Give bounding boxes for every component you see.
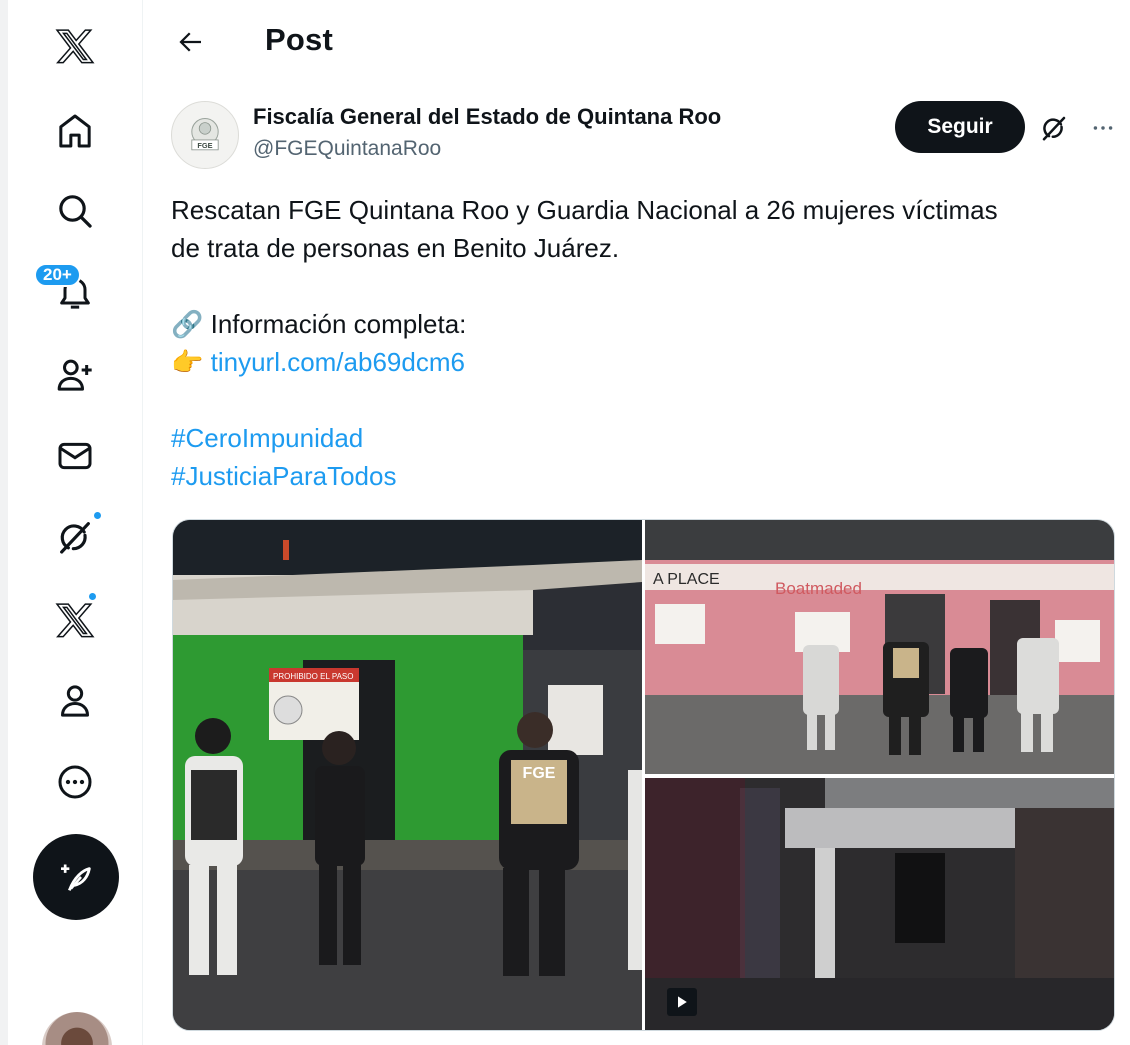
- play-icon: [678, 996, 687, 1008]
- grok-icon: [1042, 116, 1066, 141]
- arrow-left-icon: [179, 32, 201, 52]
- tweet-text-line-1: Rescatan FGE Quintana Roo y Guardia Naci…: [171, 195, 998, 225]
- play-button[interactable]: [667, 988, 697, 1016]
- vest-label: FGE: [523, 765, 556, 782]
- page-title: Post: [265, 22, 333, 57]
- avatar-label: FGE: [197, 141, 212, 150]
- grok-icon[interactable]: [30, 507, 120, 567]
- home-icon[interactable]: [30, 101, 120, 161]
- author-name[interactable]: Fiscalía General del Estado de Quintana …: [253, 104, 721, 130]
- person-add-icon[interactable]: [30, 345, 120, 405]
- compose-post-button[interactable]: [33, 834, 119, 920]
- premium-x-icon[interactable]: [30, 590, 120, 650]
- media-grid: PROHIBIDO EL PASO FGE A PLACE Boatmaded: [172, 519, 1115, 1031]
- hashtag-justiciaparatodos[interactable]: #JusticiaParaTodos: [171, 457, 1116, 495]
- page-header: Post: [143, 0, 1130, 82]
- pointing-hand-emoji: 👉: [171, 347, 204, 377]
- premium-dot: [87, 591, 98, 602]
- follow-button[interactable]: Seguir: [895, 101, 1025, 153]
- info-label: Información completa:: [210, 309, 467, 339]
- more-options-button[interactable]: [1083, 110, 1123, 146]
- tweet-text-line-2: de trata de personas en Benito Juárez.: [171, 233, 620, 263]
- notifications-badge: 20+: [34, 263, 81, 287]
- photo-1[interactable]: PROHIBIDO EL PASO FGE: [173, 520, 642, 1030]
- store-sign-2: Boatmaded: [775, 579, 862, 598]
- mail-icon[interactable]: [30, 426, 120, 486]
- link-emoji: 🔗: [171, 309, 204, 339]
- grok-explain-button[interactable]: [1036, 110, 1072, 146]
- info-line: 🔗 Información completa:: [171, 305, 1116, 343]
- person-icon[interactable]: [30, 671, 120, 731]
- hashtag-ceroimpunidad[interactable]: #CeroImpunidad: [171, 419, 1116, 457]
- photo-2[interactable]: A PLACE Boatmaded: [645, 520, 1114, 774]
- tweet-text: Rescatan FGE Quintana Roo y Guardia Naci…: [171, 191, 1116, 495]
- video-thumbnail[interactable]: [645, 778, 1114, 1030]
- more-circle-icon[interactable]: [30, 752, 120, 812]
- back-button[interactable]: [171, 22, 211, 62]
- window-edge: [0, 0, 8, 1045]
- feather-plus-icon: [61, 864, 91, 891]
- sidebar: 20+: [8, 0, 143, 1045]
- grok-dot: [92, 510, 103, 521]
- author-handle[interactable]: @FGEQuintanaRoo: [253, 137, 441, 161]
- account-avatar[interactable]: [42, 1012, 112, 1045]
- tweet-link[interactable]: tinyurl.com/ab69dcm6: [211, 347, 465, 377]
- link-line: 👉 tinyurl.com/ab69dcm6: [171, 343, 1116, 381]
- x-logo-icon[interactable]: [30, 16, 120, 76]
- photo-sign-text: PROHIBIDO EL PASO: [273, 672, 353, 681]
- search-icon[interactable]: [30, 181, 120, 241]
- author-avatar[interactable]: FGE: [171, 101, 239, 169]
- store-sign: A PLACE: [653, 571, 720, 588]
- ellipsis-icon: [1093, 126, 1113, 130]
